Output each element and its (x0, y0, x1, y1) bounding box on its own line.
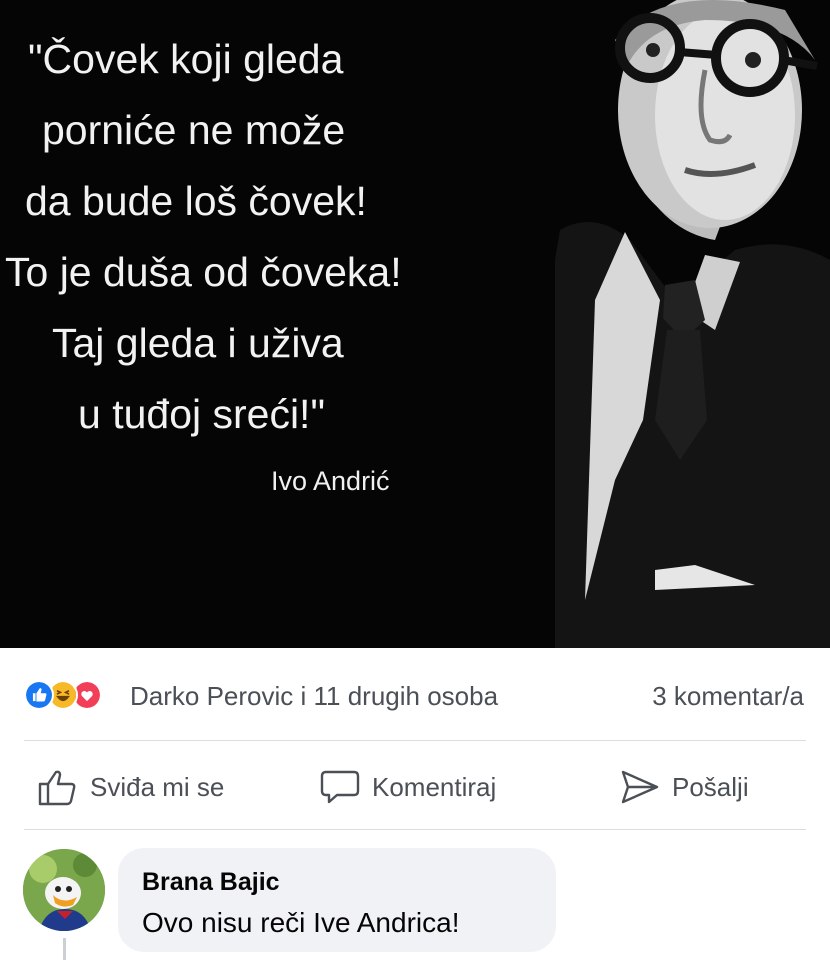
avatar[interactable] (23, 849, 105, 931)
quote-line: porniće ne može (42, 107, 346, 153)
reactors-text[interactable]: Darko Perovic i 11 drugih osoba (130, 681, 498, 712)
comment-count[interactable]: 3 komentar/a (652, 681, 804, 712)
quote-line: u tuđoj sreći!" (78, 391, 326, 437)
share-button[interactable]: Pošalji (620, 767, 749, 807)
commenter-name[interactable]: Brana Bajic (142, 868, 280, 897)
like-icon (24, 680, 54, 710)
send-icon (621, 770, 659, 804)
thumbs-up-icon (38, 770, 76, 806)
quote-line: To je duša od čoveka! (5, 249, 402, 295)
like-button[interactable]: Sviđa mi se (38, 767, 224, 807)
like-label: Sviđa mi se (90, 771, 225, 802)
divider (24, 829, 806, 830)
comment: Brana Bajic Ovo nisu reči Ive Andrica! (0, 838, 830, 960)
comment-text: Ovo nisu reči Ive Andrica! (142, 907, 460, 938)
quote-line: Taj gleda i uživa (52, 320, 344, 366)
comment-bubble-icon (320, 770, 360, 804)
thread-line (63, 938, 66, 960)
quote-line: da bude loš čovek! (25, 178, 367, 224)
reactions-summary[interactable]: Darko Perovic i 11 drugih osoba 3 koment… (0, 668, 830, 724)
divider (24, 740, 806, 741)
comment-bubble: Brana Bajic Ovo nisu reči Ive Andrica! (118, 848, 556, 952)
comment-button[interactable]: Komentiraj (320, 767, 496, 807)
post-image[interactable]: "Čovek koji gleda porniće ne može da bud… (0, 0, 830, 648)
portrait-photo (555, 0, 830, 648)
post-actions: Sviđa mi se Komentiraj Pošalji (0, 745, 830, 829)
comment-label: Komentiraj (372, 771, 497, 802)
quote-line: "Čovek koji gleda (28, 36, 344, 82)
quote-author: Ivo Andrić (271, 466, 390, 496)
reaction-icons (24, 680, 124, 712)
share-label: Pošalji (672, 771, 749, 802)
